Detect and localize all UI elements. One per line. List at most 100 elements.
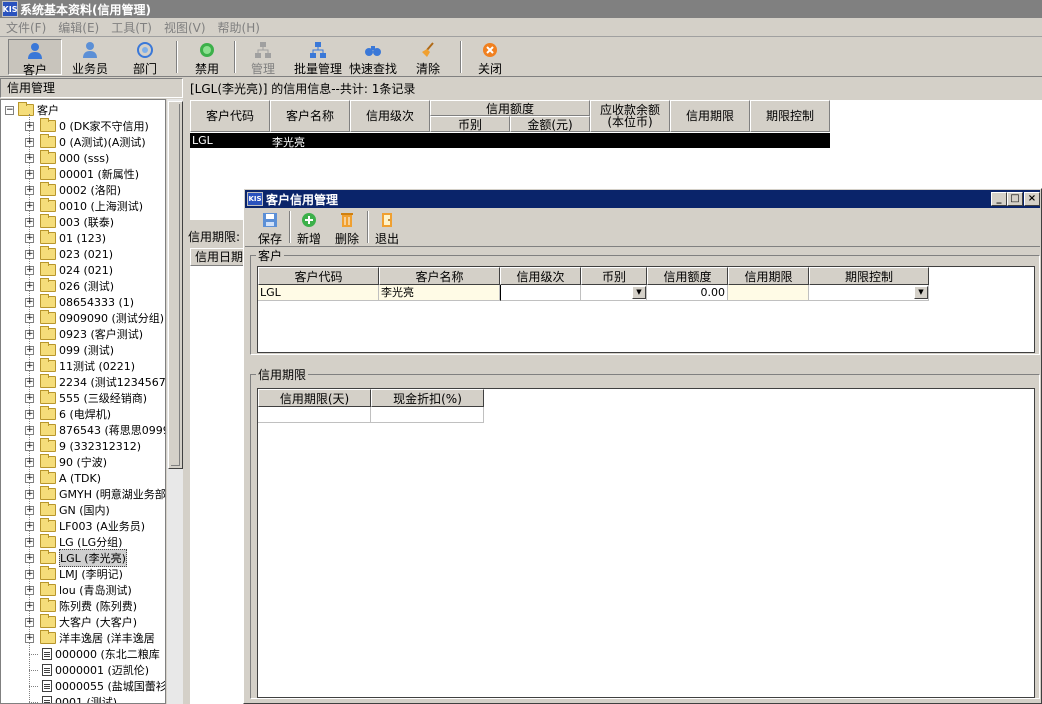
menu-file[interactable]: 文件(F) [0, 19, 52, 36]
tree-node[interactable]: +11测试 (0221) [25, 358, 135, 374]
tree-node[interactable]: + 陈列费 (陈列费) [25, 598, 137, 614]
chevron-down-icon[interactable]: ▼ [914, 286, 928, 299]
expand-icon[interactable]: + [25, 329, 34, 339]
currency-select[interactable]: ▼ [581, 285, 647, 301]
dialog-close-button[interactable]: × [1024, 192, 1040, 206]
expand-icon[interactable]: + [25, 217, 34, 227]
tree-node[interactable]: +08654333 (1) [25, 294, 134, 310]
tree-node[interactable]: + lou (青岛测试) [25, 582, 132, 598]
col-credit-level[interactable]: 信用级次 [500, 267, 581, 285]
customer-code-cell[interactable]: LGL [258, 285, 379, 301]
expand-icon[interactable]: + [25, 153, 34, 163]
tree-node[interactable]: +023 (021) [25, 246, 113, 262]
tree-scrollbar[interactable] [166, 99, 183, 704]
tree-node[interactable]: + GN (国内) [25, 502, 110, 518]
col-cash-discount[interactable]: 现金折扣(%) [371, 389, 484, 407]
delete-button[interactable]: 删除 [333, 211, 361, 246]
col-credit-period[interactable]: 信用期限 [670, 100, 750, 132]
scrollbar-thumb[interactable] [168, 101, 183, 469]
tree-node[interactable]: +0010 (上海测试) [25, 198, 143, 214]
tree-node[interactable]: +2234 (测试12345678 [25, 374, 165, 390]
tree-node[interactable]: +6 (电焊机) [25, 406, 111, 422]
expand-icon[interactable]: + [25, 457, 34, 467]
expand-icon[interactable]: + [25, 601, 34, 611]
tree-node[interactable]: +01 (123) [25, 230, 106, 246]
col-customer-name[interactable]: 客户名称 [270, 100, 350, 132]
period-control-select[interactable]: ▼ [809, 285, 929, 301]
tree-node[interactable]: +0923 (客户测试) [25, 326, 143, 342]
expand-icon[interactable]: + [25, 185, 34, 195]
menu-view[interactable]: 视图(V) [158, 19, 212, 36]
close-button[interactable]: 关闭 [472, 39, 508, 76]
col-credit-amount[interactable]: 信用额度 [647, 267, 728, 285]
dialog-titlebar[interactable]: KIS 客户信用管理 _ □ × [245, 190, 1040, 208]
tree-node[interactable]: +0 (A测试)(A测试) [25, 134, 146, 150]
add-button[interactable]: 新增 [295, 211, 323, 246]
tree-node[interactable]: + LF003 (A业务员) [25, 518, 145, 534]
exit-button[interactable]: 退出 [373, 211, 401, 246]
expand-icon[interactable]: + [25, 377, 34, 387]
expand-icon[interactable]: + [25, 345, 34, 355]
batch-manage-button[interactable]: 批量管理 [290, 39, 346, 76]
col-credit-level[interactable]: 信用级次 [350, 100, 430, 132]
table-row[interactable]: LGL 李光亮 [190, 133, 830, 149]
expand-icon[interactable]: + [25, 473, 34, 483]
tree-node[interactable]: +00001 (新属性) [25, 166, 139, 182]
tree-node[interactable]: 0000055 (盐城国蕾衫 [25, 678, 165, 694]
tree-node[interactable]: + LGL (李光亮) [25, 549, 127, 567]
expand-icon[interactable]: + [25, 489, 34, 499]
tree-node[interactable]: +003 (联泰) [25, 214, 114, 230]
tree-node[interactable]: +0909090 (测试分组) [25, 310, 164, 326]
credit-date-grid[interactable]: 信用日期 [190, 248, 250, 704]
col-credit-amount-group[interactable]: 信用额度 [430, 100, 590, 116]
menu-edit[interactable]: 编辑(E) [52, 19, 105, 36]
expand-icon[interactable]: + [25, 569, 34, 579]
chevron-down-icon[interactable]: ▼ [632, 286, 646, 299]
tree-node[interactable]: +024 (021) [25, 262, 113, 278]
expand-icon[interactable]: + [25, 553, 34, 563]
save-button[interactable]: 保存 [257, 211, 283, 246]
tree-node[interactable]: +099 (测试) [25, 342, 114, 358]
tree-node[interactable]: + LG (LG分组) [25, 534, 122, 550]
expand-icon[interactable]: + [25, 201, 34, 211]
credit-amount-input[interactable]: 0.00 [647, 285, 728, 301]
customer-credit-grid[interactable]: 客户代码 客户名称 信用级次 币别 信用额度 信用期限 期限控制 LGL 李光亮… [257, 266, 1035, 353]
salesman-button[interactable]: 业务员 [66, 39, 114, 76]
expand-icon[interactable]: + [25, 265, 34, 275]
clear-button[interactable]: 清除 [410, 39, 446, 76]
col-currency[interactable]: 币别 [430, 116, 510, 132]
expand-icon[interactable]: + [25, 505, 34, 515]
expand-icon[interactable]: + [25, 617, 34, 627]
tree-node[interactable]: 0001 (测试) [25, 694, 117, 703]
expand-icon[interactable]: + [25, 281, 34, 291]
tree-node[interactable]: +0002 (洛阳) [25, 182, 121, 198]
expand-icon[interactable]: + [25, 633, 34, 643]
tree-node[interactable]: +555 (三级经销商) [25, 390, 147, 406]
tree-node[interactable]: + 洋丰逸居 (洋丰逸居 [25, 630, 155, 646]
tree-node[interactable]: +876543 (蒋思思0999 [25, 422, 165, 438]
col-customer-code[interactable]: 客户代码 [258, 267, 379, 285]
collapse-icon[interactable]: − [5, 105, 14, 115]
expand-icon[interactable]: + [25, 585, 34, 595]
credit-period-grid[interactable]: 信用期限(天) 现金折扣(%) [257, 388, 1035, 698]
expand-icon[interactable]: + [25, 521, 34, 531]
expand-icon[interactable]: + [25, 393, 34, 403]
period-days-cell[interactable] [258, 407, 371, 423]
menu-tools[interactable]: 工具(T) [105, 19, 158, 36]
expand-icon[interactable]: + [25, 169, 34, 179]
expand-icon[interactable]: + [25, 409, 34, 419]
tree-node[interactable]: 000000 (东北二粮库 [25, 646, 160, 662]
expand-icon[interactable]: + [25, 121, 34, 131]
expand-icon[interactable]: + [25, 249, 34, 259]
expand-icon[interactable]: + [25, 537, 34, 547]
col-amount[interactable]: 金额(元) [510, 116, 590, 132]
minimize-button[interactable]: _ [991, 192, 1007, 206]
expand-icon[interactable]: + [25, 441, 34, 451]
col-credit-date[interactable]: 信用日期 [190, 248, 250, 266]
col-period-control[interactable]: 期限控制 [750, 100, 830, 132]
quick-search-button[interactable]: 快速查找 [348, 39, 398, 76]
customer-button[interactable]: 客户 [8, 39, 62, 77]
col-credit-period[interactable]: 信用期限 [728, 267, 809, 285]
tree-node[interactable]: + LMJ (李明记) [25, 566, 123, 582]
col-customer-code[interactable]: 客户代码 [190, 100, 270, 132]
